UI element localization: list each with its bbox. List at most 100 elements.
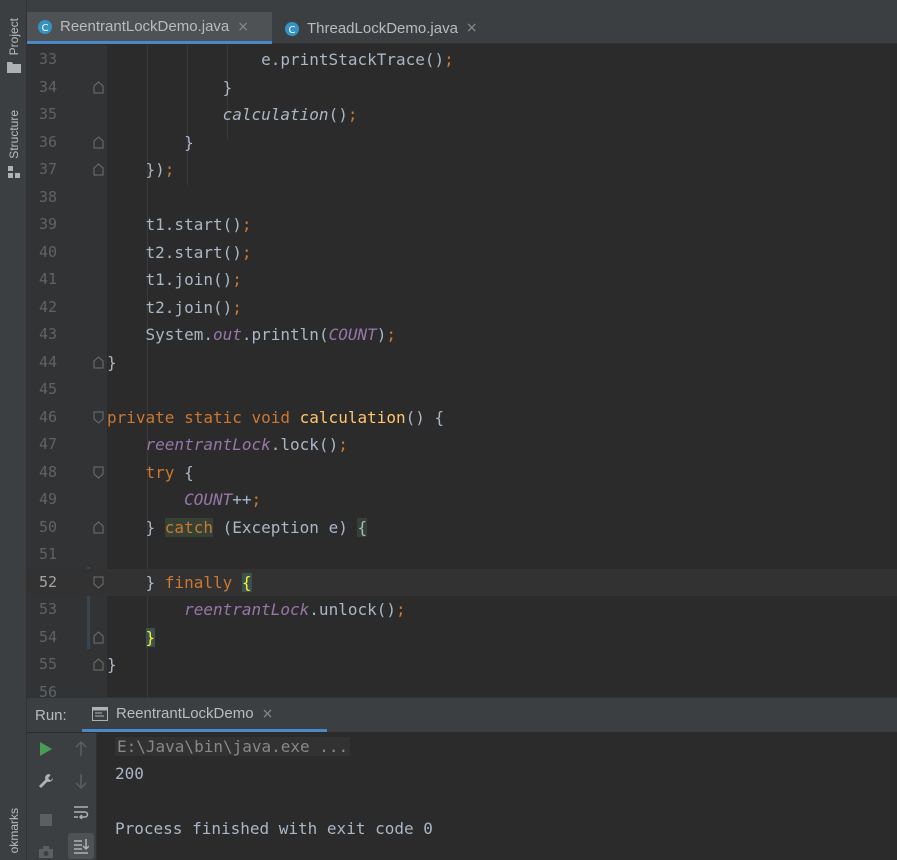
code-token: (Exception e) xyxy=(212,517,358,537)
up-stack-button[interactable] xyxy=(65,741,96,757)
code-editor[interactable]: 33 e.printStackTrace(); 34 } 35 calculatio… xyxy=(27,45,897,697)
code-line[interactable]: 51 xyxy=(27,541,897,569)
bookmarks-tool-tab[interactable]: okmarks xyxy=(0,808,27,853)
scroll-to-end-button[interactable] xyxy=(65,833,96,859)
code-line[interactable]: 48 try { xyxy=(27,459,897,487)
run-config-tab[interactable]: ReentrantLockDemo × xyxy=(82,698,327,732)
code-text: calculation(); xyxy=(107,101,358,129)
left-tool-strip: Project Structure okmarks xyxy=(0,0,27,860)
code-text: private static void calculation() { xyxy=(107,404,444,432)
code-line[interactable]: 40 t2.start(); xyxy=(27,239,897,267)
fold-marker-icon[interactable] xyxy=(93,163,104,176)
line-number: 47 xyxy=(38,435,57,453)
code-line[interactable]: 35 calculation(); xyxy=(27,101,897,129)
code-line[interactable]: 37 }); xyxy=(27,156,897,184)
code-line[interactable]: 46 private static void calculation() { xyxy=(27,404,897,432)
line-number: 41 xyxy=(38,270,57,288)
code-line[interactable]: 33 e.printStackTrace(); xyxy=(27,46,897,74)
line-number: 37 xyxy=(38,160,57,178)
editor-tab-bar: C ReentrantLockDemo.java × C ThreadLockD… xyxy=(27,0,897,44)
line-number: 35 xyxy=(38,105,57,123)
code-line[interactable]: 39 t1.start(); xyxy=(27,211,897,239)
code-token: } xyxy=(107,132,194,152)
modify-config-button[interactable] xyxy=(27,773,65,789)
line-number: 40 xyxy=(38,242,57,261)
fold-marker-icon[interactable] xyxy=(93,630,104,644)
code-token: out xyxy=(212,325,242,344)
code-line[interactable]: 45 xyxy=(27,376,897,404)
fold-marker-icon[interactable] xyxy=(93,520,104,534)
code-line[interactable]: 50 } catch (Exception e) { xyxy=(27,514,897,542)
scroll-to-end-toggle[interactable] xyxy=(67,833,94,859)
code-line[interactable]: 52 } finally { xyxy=(27,568,897,596)
camera-icon xyxy=(39,846,53,858)
code-text: } xyxy=(107,74,233,102)
code-line[interactable]: 34 } xyxy=(27,74,897,102)
tab-threadlockdemo[interactable]: C ThreadLockDemo.java × xyxy=(274,12,494,44)
code-token: { xyxy=(357,517,368,537)
console-command-line: E:\Java\bin\java.exe ... xyxy=(115,737,351,756)
bookmarks-tool-label: okmarks xyxy=(6,808,21,854)
fold-marker-icon[interactable] xyxy=(93,576,104,589)
code-line[interactable]: 55} xyxy=(27,651,897,679)
rerun-button[interactable] xyxy=(27,741,65,757)
project-tool-tab[interactable]: Project xyxy=(0,18,27,74)
code-token: } xyxy=(107,352,117,372)
line-number: 53 xyxy=(38,600,57,618)
fold-marker-icon[interactable] xyxy=(93,355,104,369)
fold-marker-icon[interactable] xyxy=(93,411,104,424)
code-line[interactable]: 38 xyxy=(27,184,897,212)
code-line[interactable]: 53 reentrantLock.unlock(); xyxy=(27,596,897,624)
soft-wrap-icon xyxy=(73,806,88,819)
close-icon[interactable]: × xyxy=(466,20,478,36)
code-token: System. xyxy=(107,325,213,344)
code-line[interactable]: 43 System.out.println(COUNT); xyxy=(27,321,897,349)
line-number: 56 xyxy=(38,682,57,698)
java-class-icon: C xyxy=(38,20,52,34)
tab-reentrantlockdemo[interactable]: C ReentrantLockDemo.java × xyxy=(27,12,272,44)
fold-marker-icon[interactable] xyxy=(93,466,104,479)
code-line[interactable]: 56 xyxy=(27,679,897,698)
fold-marker-icon[interactable] xyxy=(93,80,104,94)
project-tool-label: Project xyxy=(6,18,21,56)
line-number: 42 xyxy=(38,297,57,316)
code-line[interactable]: 47 reentrantLock.lock(); xyxy=(27,431,897,459)
close-icon[interactable]: × xyxy=(237,19,249,35)
soft-wrap-button[interactable] xyxy=(65,805,96,819)
down-stack-button[interactable] xyxy=(65,773,96,789)
code-token: ; xyxy=(396,600,406,619)
fold-marker-icon[interactable] xyxy=(93,135,104,149)
console-output[interactable]: E:\Java\bin\java.exe ... 200 Process finis… xyxy=(115,733,897,860)
structure-tool-tab[interactable]: Structure xyxy=(0,110,27,179)
code-line[interactable]: 49 COUNT++; xyxy=(27,486,897,514)
line-number: 45 xyxy=(38,380,57,398)
console-output-line: Process finished with exit code 0 xyxy=(115,819,433,838)
code-line[interactable]: 44} xyxy=(27,349,897,377)
fold-marker-icon[interactable] xyxy=(93,658,104,671)
code-token: { xyxy=(241,572,252,592)
code-text: } xyxy=(107,129,194,157)
code-token: calculation xyxy=(222,105,329,124)
run-toolbar-primary xyxy=(27,733,65,860)
code-token: .unlock() xyxy=(309,600,396,619)
code-token: } xyxy=(107,655,117,674)
code-line[interactable]: 36 } xyxy=(27,129,897,157)
screenshot-button[interactable] xyxy=(27,845,65,859)
code-line[interactable]: 54 } xyxy=(27,624,897,652)
code-text: e.printStackTrace(); xyxy=(107,46,454,74)
code-line[interactable]: 42 t2.join(); xyxy=(27,294,897,322)
code-token: ; xyxy=(164,160,175,179)
code-token: COUNT xyxy=(328,325,377,344)
close-icon[interactable]: × xyxy=(262,706,274,722)
code-line[interactable]: 41 t1.join(); xyxy=(27,266,897,294)
stop-button[interactable] xyxy=(27,813,65,827)
code-text: } xyxy=(107,624,156,652)
svg-text:C: C xyxy=(289,25,296,36)
code-token: ++ xyxy=(232,490,252,509)
code-token: t2.start() xyxy=(107,242,242,262)
code-text: t1.join(); xyxy=(107,266,242,294)
